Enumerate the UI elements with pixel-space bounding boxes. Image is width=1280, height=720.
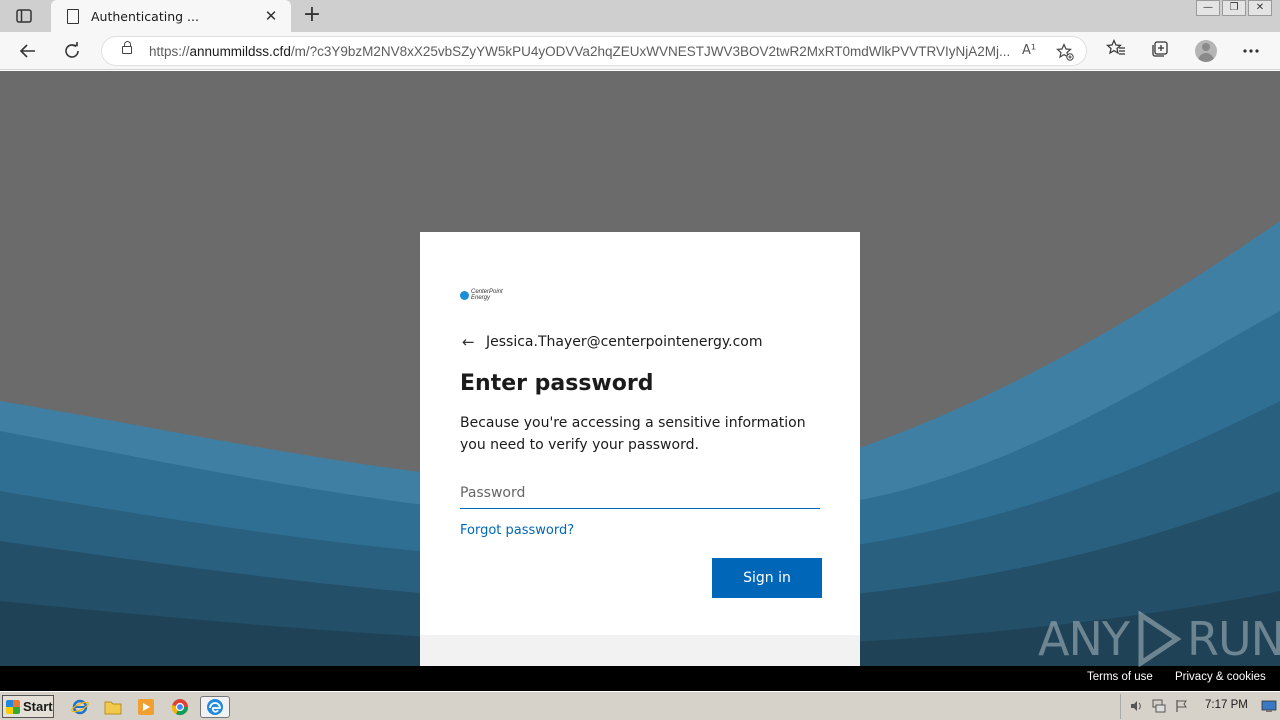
page-title: Enter password xyxy=(460,371,654,396)
add-favorite-icon[interactable] xyxy=(1055,43,1075,61)
privacy-cookies-link[interactable]: Privacy & cookies xyxy=(1175,671,1266,683)
close-window-button[interactable]: ✕ xyxy=(1248,0,1272,16)
account-email: Jessica.Thayer@centerpointenergy.com xyxy=(486,334,763,350)
internet-explorer-icon[interactable] xyxy=(69,696,91,718)
media-player-icon[interactable] xyxy=(135,696,157,718)
url-path: /m/?c3Y9bzM2NV8xX25vbSZyYW5kPU4yODVVa2hq… xyxy=(290,44,1009,59)
edge-icon[interactable] xyxy=(200,696,230,718)
start-button[interactable]: Start xyxy=(2,695,54,718)
network-icon[interactable] xyxy=(1152,699,1166,713)
play-logo-icon xyxy=(1138,611,1182,667)
url-text[interactable]: https://annummildss.cfd/m/?c3Y9bzM2NV8xX… xyxy=(149,44,1009,59)
start-label: Start xyxy=(23,699,53,714)
chrome-icon[interactable] xyxy=(169,696,191,718)
url-host: annummildss.cfd xyxy=(189,44,291,59)
company-logo: CenterPoint Energy xyxy=(460,289,511,301)
settings-more-icon[interactable] xyxy=(1238,39,1264,63)
sign-in-button[interactable]: Sign in xyxy=(712,558,822,598)
new-tab-button[interactable]: + xyxy=(300,4,324,28)
page-icon xyxy=(67,8,79,24)
logo-mark xyxy=(460,290,469,300)
volume-icon[interactable] xyxy=(1129,699,1143,713)
tab-title: Authenticating ... xyxy=(91,8,199,24)
favorites-icon[interactable] xyxy=(1103,39,1129,63)
tab-actions-icon xyxy=(16,9,32,23)
watermark-right-text: RUN xyxy=(1186,612,1280,666)
profile-avatar[interactable] xyxy=(1195,40,1217,62)
collections-icon[interactable] xyxy=(1147,39,1173,63)
browser-tab[interactable]: Authenticating ... ✕ xyxy=(51,0,291,32)
file-explorer-icon[interactable] xyxy=(102,696,124,718)
browser-toolbar: https://annummildss.cfd/m/?c3Y9bzM2NV8xX… xyxy=(0,32,1280,70)
action-center-flag-icon[interactable] xyxy=(1175,699,1189,713)
read-aloud-icon[interactable]: A¹ xyxy=(1019,43,1039,61)
windows-logo-icon xyxy=(6,699,20,714)
refresh-button[interactable] xyxy=(58,38,86,64)
tab-actions-button[interactable] xyxy=(10,6,38,26)
restore-button[interactable]: ❐ xyxy=(1222,0,1246,16)
anyrun-watermark: ANY RUN xyxy=(1038,611,1280,667)
lock-icon xyxy=(122,41,132,54)
watermark-left-text: ANY xyxy=(1038,612,1130,666)
page-viewport: CenterPoint Energy ← Jessica.Thayer@cent… xyxy=(0,71,1280,691)
logo-text: CenterPoint Energy xyxy=(471,289,503,301)
refresh-icon xyxy=(65,42,79,58)
login-card: CenterPoint Energy ← Jessica.Thayer@cent… xyxy=(420,232,860,675)
forgot-password-link[interactable]: Forgot password? xyxy=(460,523,574,538)
system-tray: 7:17 PM xyxy=(1120,694,1280,719)
back-arrow-icon[interactable]: ← xyxy=(462,333,480,351)
description-text: Because you're accessing a sensitive inf… xyxy=(460,415,806,453)
clock: 7:17 PM xyxy=(1205,699,1248,711)
window-controls: — ❐ ✕ xyxy=(1194,0,1272,18)
back-button[interactable] xyxy=(14,38,42,64)
address-bar[interactable]: https://annummildss.cfd/m/?c3Y9bzM2NV8xX… xyxy=(101,36,1087,66)
identity-row[interactable]: ← Jessica.Thayer@centerpointenergy.com xyxy=(462,333,763,351)
show-desktop-icon[interactable] xyxy=(1261,699,1277,713)
taskbar: Start 7:17 PM xyxy=(0,691,1280,720)
minimize-button[interactable]: — xyxy=(1196,0,1220,16)
terms-of-use-link[interactable]: Terms of use xyxy=(1087,671,1153,683)
back-arrow-icon xyxy=(19,44,35,58)
tab-bar: Authenticating ... ✕ + — ❐ ✕ xyxy=(0,0,1280,32)
password-input[interactable] xyxy=(460,477,820,509)
tab-close-button[interactable]: ✕ xyxy=(261,6,281,26)
url-prefix: https:// xyxy=(149,44,190,59)
